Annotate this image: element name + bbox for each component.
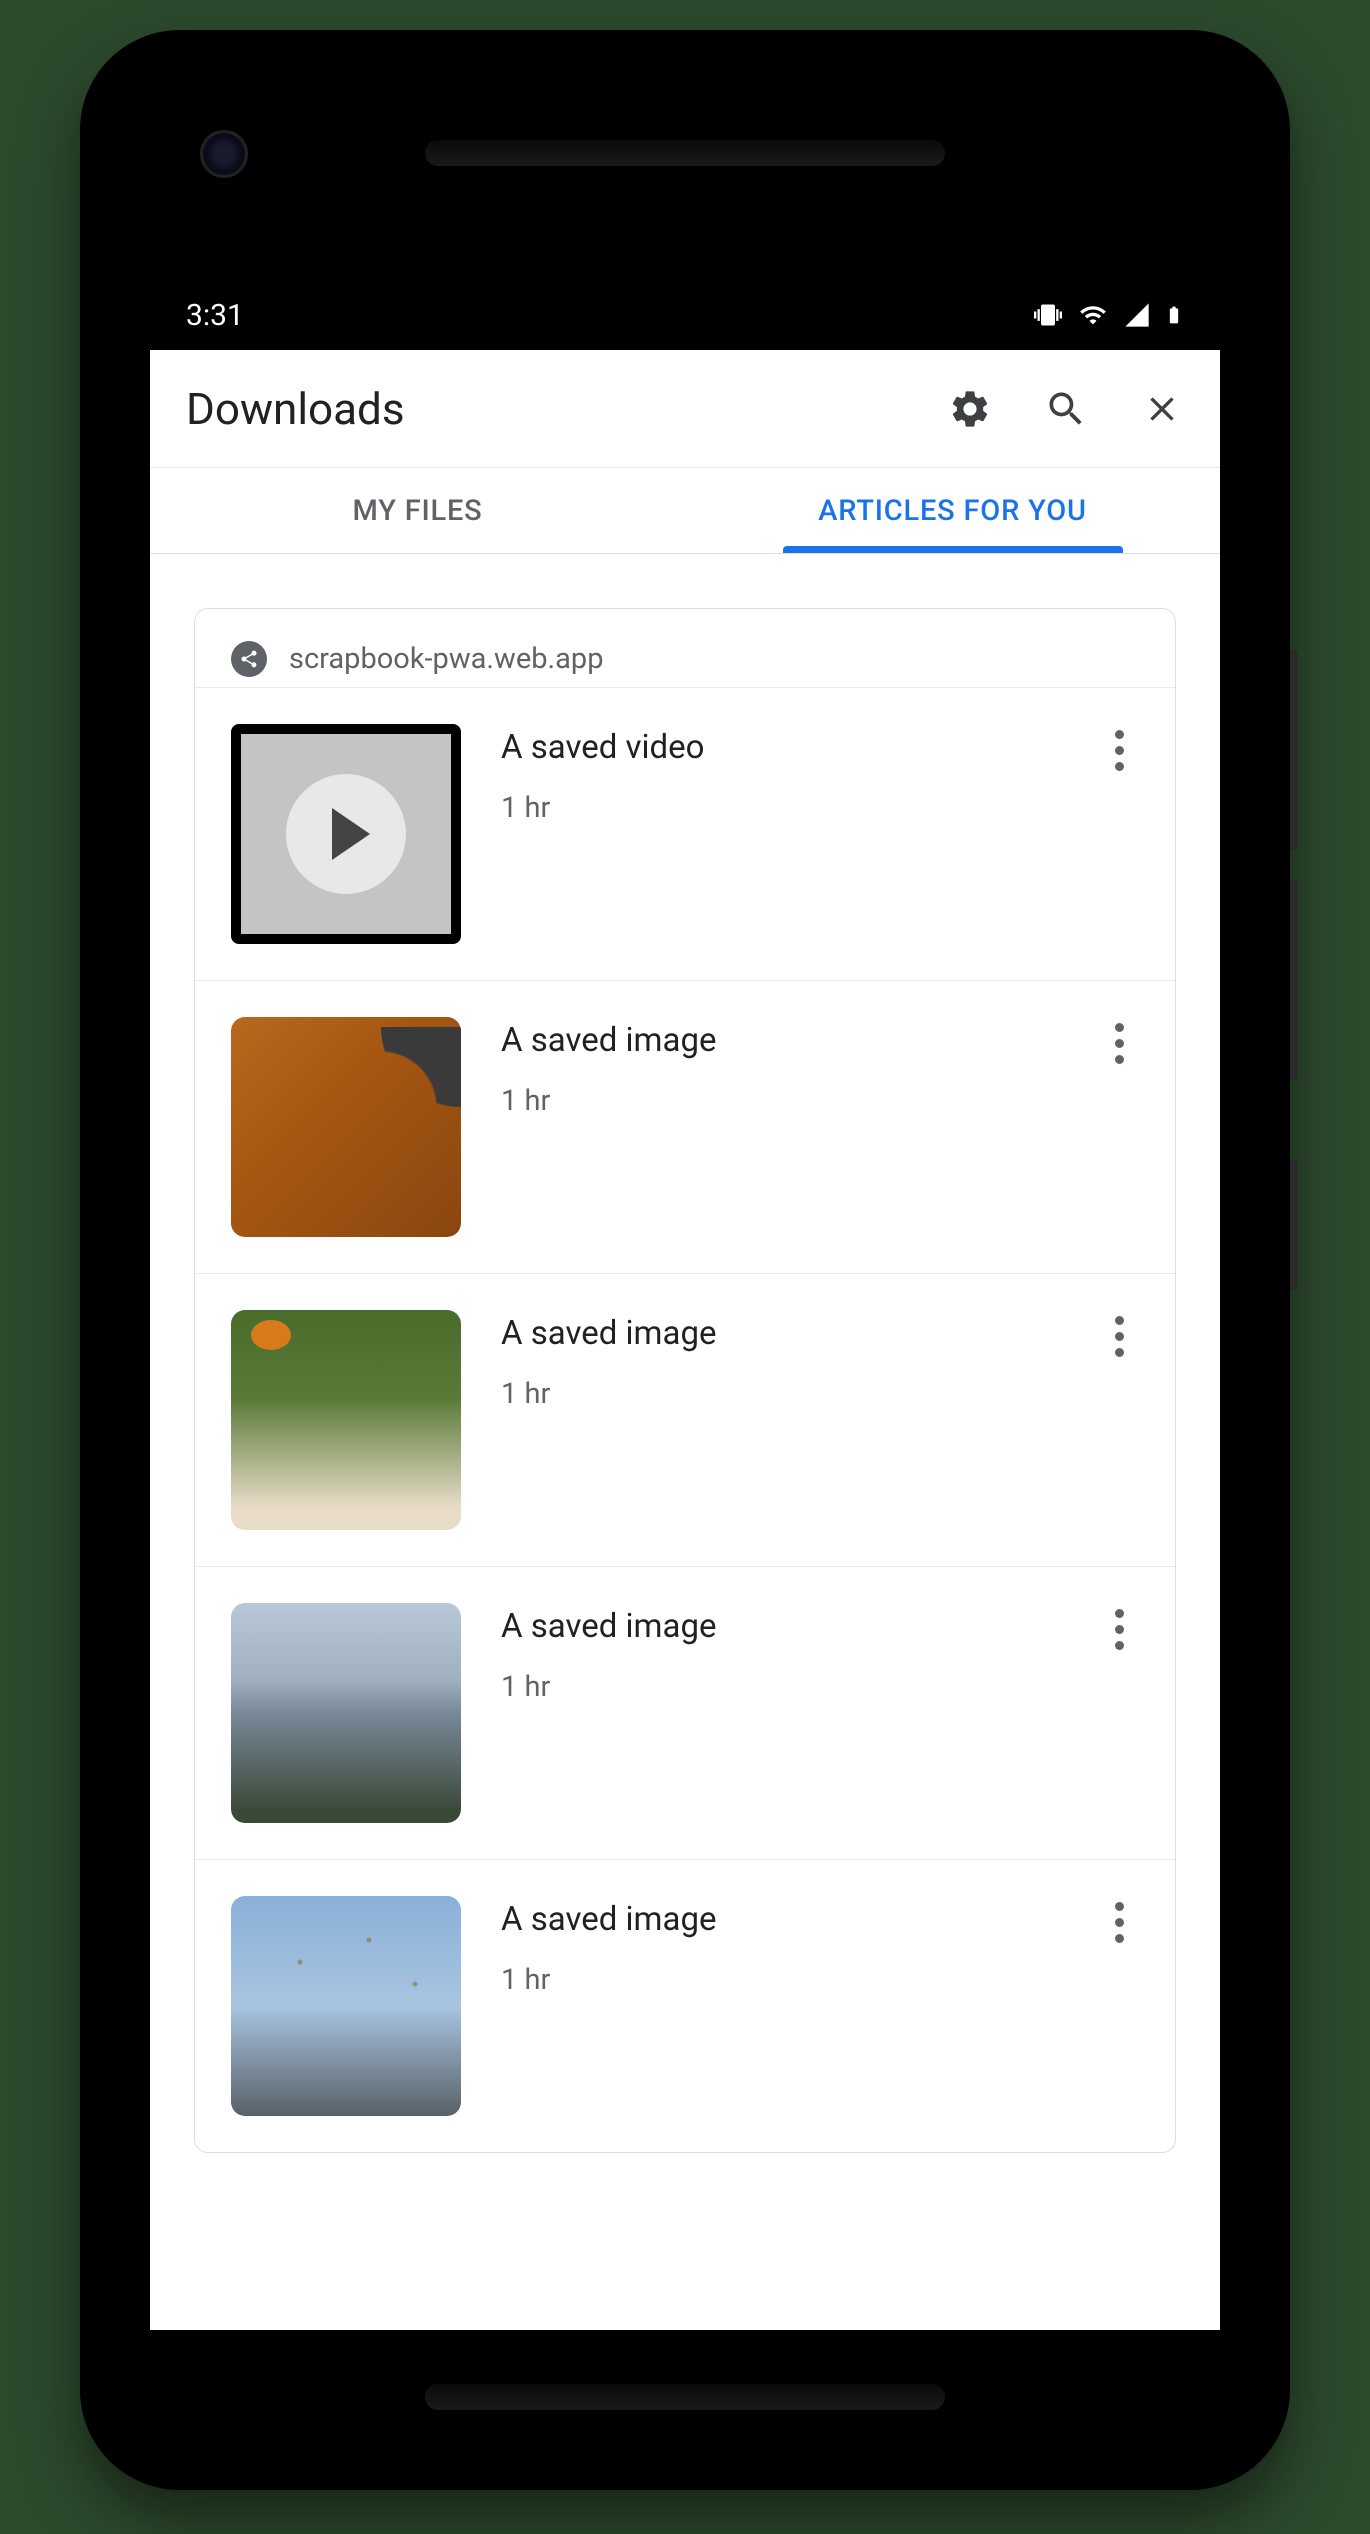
power-button[interactable] <box>1290 1160 1298 1290</box>
item-title: A saved image <box>501 1021 1059 1060</box>
item-menu-button[interactable] <box>1099 724 1139 944</box>
front-camera <box>200 130 248 178</box>
item-menu-button[interactable] <box>1099 1017 1139 1237</box>
item-time: 1 hr <box>501 1670 1059 1704</box>
play-icon <box>286 774 406 894</box>
phone-frame: 3:31 Downloads <box>80 30 1290 2490</box>
more-vert-icon <box>1115 1023 1124 1064</box>
signal-icon <box>1122 301 1152 329</box>
list-item[interactable]: A saved image 1 hr <box>195 980 1175 1273</box>
status-icons <box>1032 300 1184 330</box>
header-actions <box>948 387 1184 431</box>
list-item[interactable]: A saved image 1 hr <box>195 1566 1175 1859</box>
item-title: A saved image <box>501 1607 1059 1646</box>
source-domain: scrapbook-pwa.web.app <box>289 642 603 676</box>
phone-inner: 3:31 Downloads <box>100 50 1270 2470</box>
volume-up-button[interactable] <box>1290 650 1298 850</box>
image-thumbnail <box>231 1017 461 1237</box>
item-time: 1 hr <box>501 1084 1059 1118</box>
list-item[interactable]: A saved image 1 hr <box>195 1273 1175 1566</box>
item-time: 1 hr <box>501 1377 1059 1411</box>
vibrate-icon <box>1032 301 1064 329</box>
wifi-icon <box>1076 301 1110 329</box>
item-title: A saved image <box>501 1314 1059 1353</box>
image-thumbnail <box>231 1603 461 1823</box>
list-item[interactable]: A saved image 1 hr <box>195 1859 1175 2152</box>
volume-down-button[interactable] <box>1290 880 1298 1080</box>
close-icon <box>1142 389 1182 429</box>
more-vert-icon <box>1115 1316 1124 1357</box>
screen: 3:31 Downloads <box>150 280 1220 2330</box>
page-title: Downloads <box>186 383 948 435</box>
item-time: 1 hr <box>501 1963 1059 1997</box>
status-time: 3:31 <box>186 298 244 333</box>
search-button[interactable] <box>1044 387 1088 431</box>
offline-icon <box>231 641 267 677</box>
list-item[interactable]: A saved video 1 hr <box>195 687 1175 980</box>
item-body: A saved image 1 hr <box>501 1896 1059 2116</box>
tab-articles-for-you[interactable]: ARTICLES FOR YOU <box>685 468 1220 553</box>
search-icon <box>1044 387 1088 431</box>
tabs: MY FILES ARTICLES FOR YOU <box>150 468 1220 554</box>
item-body: A saved image 1 hr <box>501 1603 1059 1823</box>
image-thumbnail <box>231 1310 461 1530</box>
speaker-top <box>425 140 945 166</box>
video-thumbnail <box>231 724 461 944</box>
item-title: A saved video <box>501 728 1059 767</box>
settings-button[interactable] <box>948 387 992 431</box>
more-vert-icon <box>1115 730 1124 771</box>
status-bar: 3:31 <box>150 280 1220 350</box>
downloads-card: scrapbook-pwa.web.app A saved video 1 hr <box>194 608 1176 2153</box>
more-vert-icon <box>1115 1609 1124 1650</box>
item-body: A saved image 1 hr <box>501 1310 1059 1530</box>
item-menu-button[interactable] <box>1099 1310 1139 1530</box>
card-source: scrapbook-pwa.web.app <box>195 609 1175 687</box>
app-area: Downloads MY FILES <box>150 350 1220 2330</box>
item-body: A saved image 1 hr <box>501 1017 1059 1237</box>
tab-my-files[interactable]: MY FILES <box>150 468 685 553</box>
content-area: scrapbook-pwa.web.app A saved video 1 hr <box>150 554 1220 2330</box>
battery-icon <box>1164 300 1184 330</box>
item-body: A saved video 1 hr <box>501 724 1059 944</box>
item-time: 1 hr <box>501 791 1059 825</box>
app-header: Downloads <box>150 350 1220 468</box>
more-vert-icon <box>1115 1902 1124 1943</box>
item-title: A saved image <box>501 1900 1059 1939</box>
item-menu-button[interactable] <box>1099 1896 1139 2116</box>
close-button[interactable] <box>1140 387 1184 431</box>
speaker-bottom <box>425 2384 945 2410</box>
item-menu-button[interactable] <box>1099 1603 1139 1823</box>
gear-icon <box>948 387 992 431</box>
image-thumbnail <box>231 1896 461 2116</box>
